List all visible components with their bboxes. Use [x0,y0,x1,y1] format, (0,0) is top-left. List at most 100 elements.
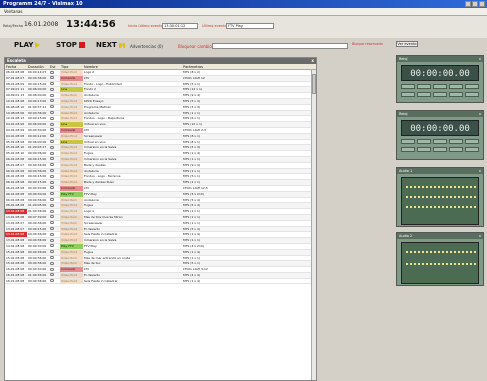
table-cell: Fugue [84,203,94,208]
status-icon [50,140,54,144]
column-header[interactable]: Nombre [83,64,182,69]
clock-ctrl-8[interactable] [433,92,447,97]
table-cell: MTS (5 x 210) [183,191,204,196]
minimize-button[interactable] [465,1,471,7]
table-cell: 05.01.08 10 [6,145,25,150]
close-icon[interactable]: x [479,233,481,239]
table-cell [49,76,60,81]
table-cell: Video Prod [60,232,83,238]
window-controls [465,1,485,7]
table-cell: Fondo 2 [84,87,96,92]
clock-ctrl-8[interactable] [433,147,447,152]
table-cell: Inmersion en la Selva [84,156,117,161]
table-cell: Video Prod [60,174,83,180]
transport-bar: PLAY STOP NEXT Advertencias (0) Bloquear… [0,38,348,54]
clock-display: 00:00:00.00 [401,65,479,81]
status-icon [50,111,54,115]
table-cell [49,192,60,197]
clock-ctrl-10[interactable] [465,147,479,152]
table-cell: 00:00:15:00 [28,180,47,185]
clock-ctrl-4[interactable] [449,84,463,89]
table-cell: Screensaver [84,133,103,138]
clock-ctrl-6[interactable] [401,147,415,152]
clock-ctrl-9[interactable] [449,92,463,97]
maximize-button[interactable] [472,1,478,7]
table-cell: 10.01.08 13 [6,116,25,121]
clock-ctrl-5[interactable] [465,84,479,89]
table-cell: El desierto [84,272,100,277]
lock-changes-label: Bloquear cambios [178,44,214,49]
next-button[interactable]: NEXT [96,41,125,49]
table-cell: MTS (1 x 4) [183,278,201,283]
table-cell: Virtual en vivo [84,139,106,144]
close-icon[interactable]: x [479,168,481,174]
clock-ctrl-6[interactable] [401,92,415,97]
clock-ctrl-2[interactable] [417,84,431,89]
clock-ctrl-1[interactable] [401,139,415,144]
stop-button[interactable]: STOP [56,41,85,49]
table-cell: 00:00:36:00 [28,197,47,202]
table-cell: 13.01.08 08 [5,209,27,214]
table-cell: MTS (5 x 1) [183,261,201,266]
column-header[interactable]: Parámetros [182,64,312,69]
table-cell: 00:00:36:00 [28,168,47,173]
status-icon [50,198,54,202]
table-cell: 13.01.08 07 [6,220,25,225]
event-field[interactable]: FTV Play [226,23,274,29]
clock-ctrl-7[interactable] [417,147,431,152]
led-row [406,251,476,253]
table-row[interactable]: 16.01.08 08 00:00:36:00 Video Prod Seis Fie… [5,278,316,285]
column-header[interactable]: Duración [27,64,49,69]
table-cell: Screensaver [84,220,103,225]
next-time-field[interactable]: 13:30:01:12 [162,23,198,29]
close-icon[interactable]: x [479,111,481,117]
clock-ctrl-3[interactable] [433,84,447,89]
table-cell: LTV [84,185,90,190]
clock-ctrl-4[interactable] [449,139,463,144]
clock-ctrl-10[interactable] [465,92,479,97]
clock-panel-1: Reloj x 00:00:00.00 [396,55,484,103]
table-cell: 00:07:39:00 [28,214,47,219]
table-cell: Video Prod [60,104,83,110]
table-cell: 00:00:36:00 [28,232,47,237]
status-icon [50,244,54,248]
clock-ctrl-7[interactable] [417,92,431,97]
table-cell [49,279,60,284]
column-header[interactable]: Fecha [5,64,27,69]
table-cell: 00:00:36:00 [28,249,47,254]
clock-ctrl-5[interactable] [465,139,479,144]
clock-ctrl-3[interactable] [433,139,447,144]
column-header[interactable]: Est [49,64,60,69]
date-label: Reloj/Fecha [3,24,23,28]
table-cell: 01:00:37:11 [28,104,47,109]
status-icon [50,82,54,86]
clock-ctrl-9[interactable] [449,147,463,152]
menu-windows[interactable]: Ventanas [4,9,23,14]
table-cell: 06.01.08 08 [6,174,25,179]
column-header[interactable]: Tipo [60,64,83,69]
table-cell: Baile y danzas Ruso [84,180,114,185]
close-icon[interactable]: x [311,58,314,64]
clock-controls [401,139,479,144]
close-button[interactable] [479,1,485,7]
warnings-link[interactable]: Advertencias (0) [130,44,163,49]
table-cell: 00:00:15:00 [28,226,47,231]
section-field[interactable] [212,43,348,49]
clock-ctrl-1[interactable] [401,84,415,89]
table-cell: 04.01.08 08 [6,133,25,138]
scroll-thumb[interactable] [312,74,316,94]
table-cell: 00:06:00:00 [28,87,47,92]
skip-next-icon [118,42,125,48]
table-cell: 06.01.08 08 [6,168,25,173]
stop-icon [78,42,85,48]
play-button[interactable]: PLAY [14,41,41,49]
table-cell: MTS (5 x 4) [183,197,201,202]
clock-ctrl-2[interactable] [417,139,431,144]
panel-titlebar: Audio 2 x [397,233,483,239]
view-event-button[interactable]: Ver evento [396,41,418,47]
playlist-scrollbar[interactable] [311,70,316,380]
close-icon[interactable]: x [479,56,481,62]
table-cell: 16.01.08 08 [6,267,25,272]
status-icon [50,250,54,254]
table-cell: MTS (5 x 1) [183,81,201,86]
